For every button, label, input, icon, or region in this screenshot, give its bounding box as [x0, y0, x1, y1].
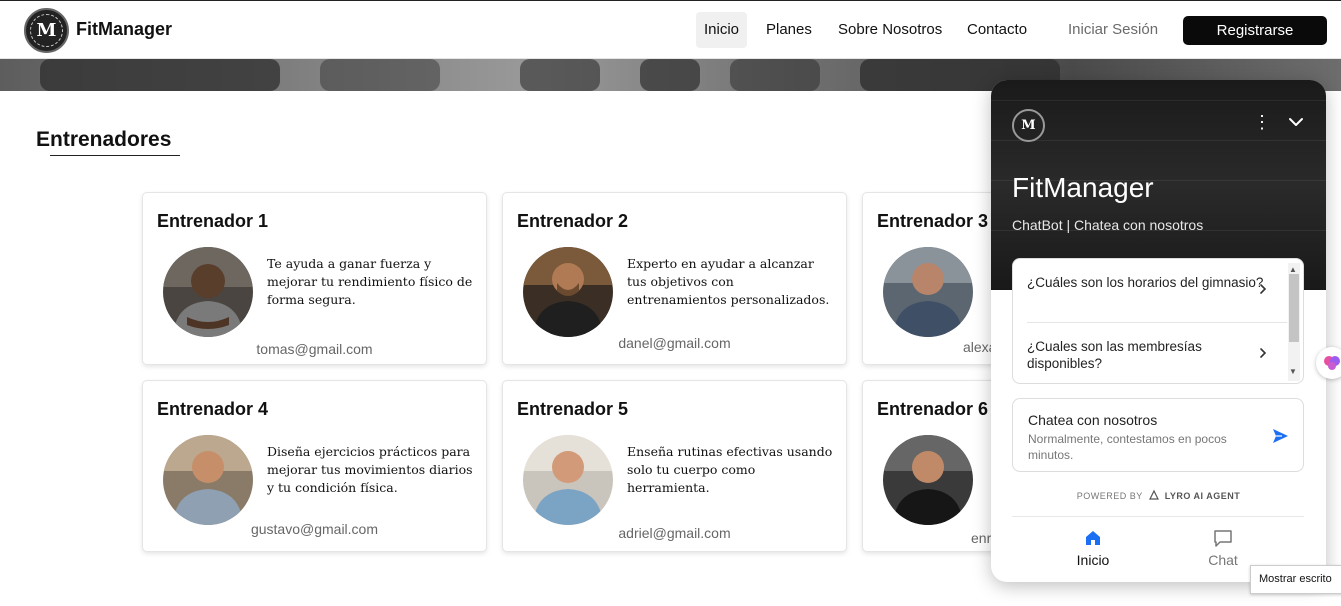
trainer-avatar — [523, 247, 613, 337]
chat-subtitle: ChatBot | Chatea con nosotros — [1012, 217, 1204, 233]
more-vertical-icon[interactable]: ⋮ — [1253, 113, 1271, 131]
tab-inicio-label: Inicio — [1076, 552, 1110, 568]
trainer-name: Entrenador 4 — [157, 399, 269, 419]
nav-link-sobre-nosotros[interactable]: Sobre Nosotros — [830, 12, 950, 48]
top-navbar: M FitManager Inicio Planes Sobre Nosotro… — [0, 0, 1341, 59]
trainer-card-1[interactable]: Entrenador 1 Te ayuda a ganar fuerza y m… — [142, 192, 487, 365]
nav-link-contacto[interactable]: Contacto — [959, 12, 1035, 48]
chatbot-widget: M ⋮ FitManager ChatBot | Chatea con noso… — [991, 80, 1326, 582]
nav-link-planes[interactable]: Planes — [758, 12, 820, 48]
trainer-name: Entrenador 2 — [517, 211, 629, 231]
faq-separator — [1027, 322, 1287, 323]
trainer-card-2[interactable]: Entrenador 2 Experto en ayudar a alcanza… — [502, 192, 847, 365]
trainer-description: Experto en ayudar a alcanzar tus objetiv… — [627, 256, 830, 307]
chat-title: FitManager — [1012, 172, 1154, 203]
trainer-avatar — [163, 435, 253, 525]
title-underline — [50, 155, 180, 156]
tab-chat[interactable]: Chat — [1183, 528, 1263, 568]
faq-item-horarios[interactable]: ¿Cuáles son los horarios del gimnasio? — [1027, 274, 1277, 291]
trainer-avatar — [883, 247, 973, 337]
home-icon — [1086, 531, 1100, 545]
contact-title: Chatea con nosotros — [1028, 412, 1158, 428]
trainer-description: Diseña ejercicios prácticos para mejorar… — [267, 444, 473, 495]
chevron-right-icon[interactable] — [1257, 347, 1269, 359]
trainer-card-4[interactable]: Entrenador 4 Diseña ejercicios prácticos… — [142, 380, 487, 552]
contact-description: Normalmente, contestamos en pocos minuto… — [1028, 432, 1227, 462]
trainer-avatar — [523, 435, 613, 525]
lyro-logo-icon — [1148, 489, 1160, 501]
register-button[interactable]: Registrarse — [1183, 16, 1327, 45]
chevron-right-icon[interactable] — [1257, 283, 1269, 295]
trainer-avatar — [163, 247, 253, 337]
login-link[interactable]: Iniciar Sesión — [1068, 21, 1158, 38]
chat-logo-icon: M — [1012, 109, 1045, 142]
trainer-email: danel@gmail.com — [618, 335, 731, 351]
scroll-down-icon[interactable]: ▼ — [1289, 367, 1297, 376]
nav-link-inicio[interactable]: Inicio — [696, 12, 748, 48]
tab-chat-label: Chat — [1208, 552, 1238, 568]
logo-icon[interactable]: M — [24, 8, 69, 53]
powered-by: POWERED BY LYRO AI AGENT — [991, 489, 1326, 501]
trainer-description: Enseña rutinas efectivas usando solo tu … — [627, 444, 833, 495]
tooltip: Mostrar escrito — [1250, 565, 1341, 594]
faq-item-membresias[interactable]: ¿Cuales son las membresías disponibles? — [1027, 338, 1277, 372]
scroll-up-icon[interactable]: ▲ — [1289, 265, 1297, 274]
faq-scrollbar-thumb[interactable] — [1289, 274, 1299, 342]
powered-prefix: POWERED BY — [1076, 491, 1143, 501]
chat-divider — [1012, 516, 1304, 517]
powered-brand: LYRO AI AGENT — [1164, 491, 1241, 501]
faq-list: ¿Cuáles son los horarios del gimnasio? ¿… — [1012, 258, 1304, 384]
section-title: Entrenadores — [36, 128, 172, 151]
send-icon[interactable] — [1271, 427, 1289, 445]
trainer-email: tomas@gmail.com — [256, 341, 373, 357]
chat-contact-card[interactable]: Chatea con nosotros Normalmente, contest… — [1012, 398, 1304, 472]
trainer-avatar — [883, 435, 973, 525]
trainer-name: Entrenador 1 — [157, 211, 269, 231]
chevron-down-icon[interactable] — [1287, 113, 1305, 131]
brain-icon[interactable] — [1316, 347, 1341, 379]
trainer-name: Entrenador 3 — [877, 211, 989, 231]
chat-icon — [1214, 530, 1232, 547]
brand-name[interactable]: FitManager — [76, 19, 172, 40]
trainer-email: gustavo@gmail.com — [250, 521, 379, 537]
trainer-email: adriel@gmail.com — [618, 525, 731, 541]
trainer-description: Te ayuda a ganar fuerza y mejorar tu ren… — [267, 256, 473, 307]
tab-inicio[interactable]: Inicio — [1053, 528, 1133, 568]
trainer-card-5[interactable]: Entrenador 5 Enseña rutinas efectivas us… — [502, 380, 847, 552]
trainer-name: Entrenador 6 — [877, 399, 989, 419]
trainer-name: Entrenador 5 — [517, 399, 629, 419]
